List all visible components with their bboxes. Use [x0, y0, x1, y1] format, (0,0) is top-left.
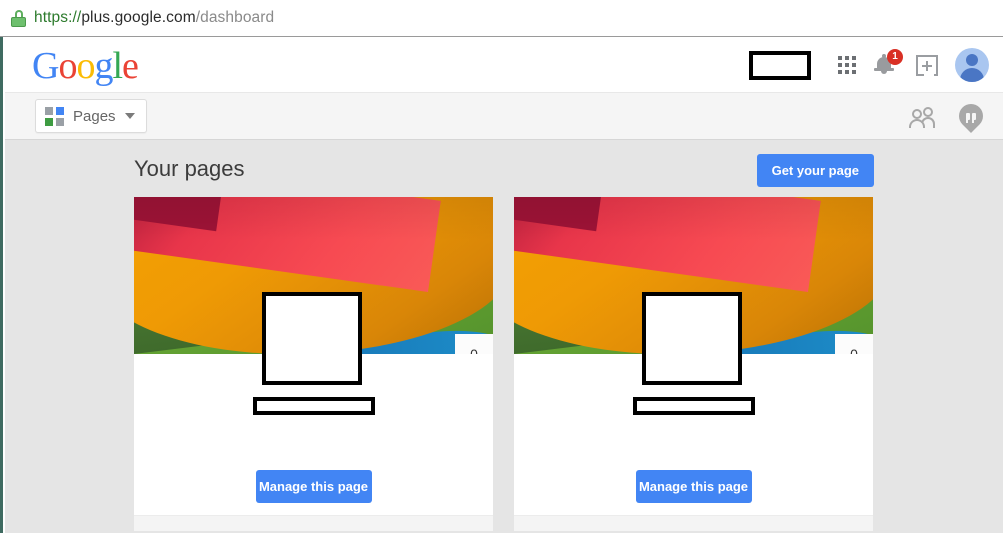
- google-logo[interactable]: Google: [32, 45, 139, 87]
- pages-dropdown-button[interactable]: Pages: [35, 99, 147, 133]
- content-area: Your pages Get your page 0 Manage this p…: [5, 140, 1003, 531]
- content-inner: Your pages Get your page 0 Manage this p…: [134, 140, 874, 531]
- pages-squares-icon: [45, 106, 64, 126]
- manage-this-page-button[interactable]: Manage this page: [635, 470, 752, 503]
- url-path: /dashboard: [195, 9, 275, 26]
- share-plus-icon[interactable]: [916, 54, 938, 76]
- toolbar-actions: [909, 93, 988, 141]
- manage-this-page-button[interactable]: Manage this page: [255, 470, 372, 503]
- people-icon[interactable]: [909, 106, 935, 128]
- card-body: Manage this page: [514, 292, 873, 531]
- hangouts-icon[interactable]: [954, 99, 988, 133]
- redacted-search-box: [749, 50, 811, 80]
- header-actions: 1: [749, 38, 989, 92]
- page-card[interactable]: 0 Manage this page: [134, 197, 493, 531]
- page-viewport: Google 1 Pages Your pages Get your page …: [5, 38, 1003, 533]
- browser-url-bar[interactable]: https://plus.google.com/dashboard: [2, 3, 1001, 33]
- logo-letter-g2: g: [94, 45, 113, 87]
- pages-dropdown-label: Pages: [73, 107, 116, 125]
- browser-chrome: https://plus.google.com/dashboard: [0, 0, 1003, 37]
- card-footer: [134, 515, 493, 531]
- logo-letter-g1: G: [32, 45, 59, 87]
- logo-letter-o1: o: [58, 45, 77, 87]
- url-host: plus.google.com: [81, 9, 196, 26]
- logo-letter-o2: o: [76, 45, 95, 87]
- get-your-page-button[interactable]: Get your page: [756, 154, 874, 187]
- card-footer: [514, 515, 873, 531]
- redacted-page-name: [632, 397, 755, 415]
- url-scheme: https://: [34, 9, 82, 26]
- notifications-bell-icon[interactable]: 1: [873, 49, 903, 78]
- logo-letter-e: e: [122, 45, 139, 87]
- card-counter: 0: [835, 334, 873, 354]
- redacted-page-avatar: [261, 292, 362, 385]
- avatar[interactable]: [955, 48, 989, 82]
- lock-icon: [11, 9, 26, 27]
- pages-toolbar: Pages: [5, 92, 1003, 140]
- google-header-bar: Google 1: [5, 38, 1003, 92]
- redacted-page-name: [252, 397, 375, 415]
- card-counter: 0: [455, 334, 493, 354]
- notification-count-badge: 1: [887, 49, 903, 65]
- page-title: Your pages: [134, 156, 245, 181]
- redacted-page-avatar: [641, 292, 742, 385]
- page-card[interactable]: 0 Manage this page: [514, 197, 873, 531]
- apps-grid-icon[interactable]: [838, 56, 856, 74]
- card-body: Manage this page: [134, 292, 493, 531]
- url-text: https://plus.google.com/dashboard: [34, 9, 274, 27]
- pages-card-list: 0 Manage this page 0 Manage this page: [134, 197, 874, 531]
- logo-letter-l: l: [112, 45, 123, 87]
- chevron-down-icon: [124, 113, 135, 119]
